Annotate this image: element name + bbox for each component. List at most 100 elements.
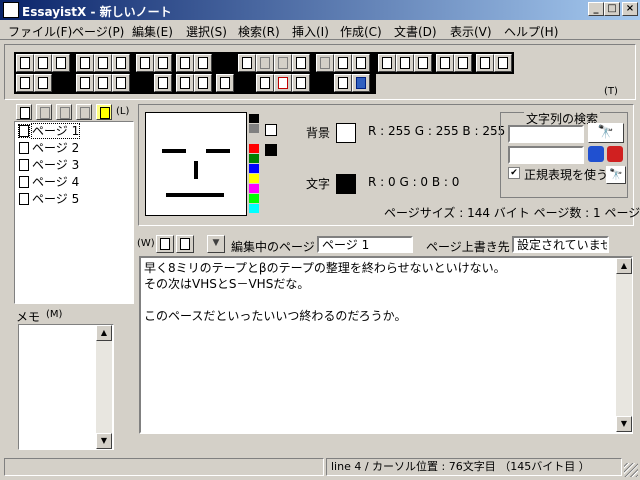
copy-page-icon[interactable] (136, 54, 154, 72)
document-blue-icon[interactable] (454, 54, 472, 72)
memo-scrollbar[interactable]: ▲ ▼ (96, 325, 112, 449)
copy-icon[interactable] (274, 54, 292, 72)
find-prev-icon[interactable] (607, 146, 623, 162)
undo-icon[interactable] (238, 54, 256, 72)
resize-grip-icon[interactable] (624, 463, 638, 477)
new-page-icon[interactable] (16, 104, 32, 120)
menu-insert[interactable]: 挿入(I) (292, 23, 329, 40)
menu-search[interactable]: 検索(R) (238, 23, 280, 40)
page-up-icon[interactable] (36, 104, 52, 120)
find-all-icon[interactable]: 🔭 (606, 166, 626, 184)
table-icon[interactable] (292, 74, 310, 92)
bg-color-label: 背景 (306, 126, 331, 140)
overwrite-target-field[interactable]: 設定されていません (512, 236, 609, 253)
document-icon[interactable] (378, 54, 396, 72)
title-bar[interactable]: EssayistX - 新しいノート _ □ × (0, 0, 640, 20)
close-button[interactable]: × (622, 2, 638, 16)
scroll-down-arrow-icon[interactable]: ▼ (616, 416, 632, 432)
search-input[interactable] (508, 125, 584, 143)
scroll-down-arrow-icon[interactable]: ▼ (96, 433, 112, 449)
page-note-icon[interactable] (96, 104, 112, 120)
preview-box (145, 112, 247, 216)
scroll-up-arrow-icon[interactable]: ▲ (616, 258, 632, 274)
page-list[interactable]: ページ 1 ページ 2 ページ 3 ページ 4 ページ 5 (14, 121, 134, 304)
save-copy-icon[interactable] (176, 235, 194, 253)
document-lines-icon[interactable] (396, 54, 414, 72)
sync-icon[interactable] (16, 74, 34, 92)
menu-view[interactable]: 表示(V) (450, 23, 492, 40)
document-icon[interactable] (414, 54, 432, 72)
book-icon[interactable] (34, 54, 52, 72)
dictionary-icon[interactable] (334, 74, 352, 92)
menu-file[interactable]: ファイル(F) (8, 23, 72, 40)
save-page-icon[interactable] (176, 74, 194, 92)
delete-icon[interactable] (316, 54, 334, 72)
menu-edit[interactable]: 編集(E) (132, 23, 173, 40)
pages-icon[interactable] (154, 54, 172, 72)
paste-special-icon[interactable] (334, 54, 352, 72)
palette-swatch[interactable] (249, 204, 259, 213)
menu-create[interactable]: 作成(C) (340, 23, 382, 40)
clock-icon[interactable] (34, 74, 52, 92)
palette-swatch[interactable] (249, 164, 259, 173)
list-item[interactable]: ページ 3 (19, 157, 79, 173)
scroll-up-arrow-icon[interactable]: ▲ (96, 325, 112, 341)
list-item[interactable]: ページ 1 (18, 123, 81, 139)
paste-icon[interactable] (292, 54, 310, 72)
blue-book-icon[interactable] (352, 74, 370, 92)
bg-color-button[interactable] (336, 123, 356, 143)
open-page-icon[interactable] (194, 74, 212, 92)
app-icon[interactable] (3, 2, 19, 18)
page-down-icon[interactable] (56, 104, 72, 120)
list-item[interactable]: ページ 5 (19, 191, 79, 207)
book-icon[interactable] (52, 54, 70, 72)
page-delete-icon[interactable] (76, 104, 92, 120)
list-icon[interactable] (112, 74, 130, 92)
palette-swatch[interactable] (249, 154, 259, 163)
next-arrow-icon[interactable] (94, 74, 112, 92)
fg-color-swatch-small[interactable] (265, 144, 277, 156)
fg-color-button[interactable] (336, 174, 356, 194)
replace-input[interactable] (508, 146, 584, 164)
palette-swatch[interactable] (249, 194, 259, 203)
menu-select[interactable]: 選択(S) (186, 23, 227, 40)
list-item[interactable]: ページ 2 (19, 140, 79, 156)
save-page-icon[interactable] (216, 74, 234, 92)
memo-hotkey-label: (M) (46, 309, 63, 320)
document-icon[interactable] (436, 54, 454, 72)
editor-scrollbar[interactable]: ▲ ▼ (616, 258, 632, 432)
save-page-icon[interactable] (156, 235, 174, 253)
folder-open-icon[interactable] (76, 54, 94, 72)
text-editor[interactable]: 早く8ミリのテープとβのテープの整理を終わらせないといけない。 その次はVHSと… (139, 256, 633, 434)
open-book-icon[interactable] (16, 54, 34, 72)
save-icon[interactable] (94, 54, 112, 72)
palette-swatch[interactable] (249, 144, 259, 153)
minimize-button[interactable]: _ (588, 2, 604, 16)
list-item[interactable]: ページ 4 (19, 174, 79, 190)
grid-icon[interactable] (154, 74, 172, 92)
document-icon[interactable] (476, 54, 494, 72)
menu-help[interactable]: ヘルプ(H) (504, 23, 558, 40)
editing-page-field[interactable]: ページ 1 (317, 236, 413, 253)
print-preview-icon[interactable] (176, 54, 194, 72)
print-icon[interactable] (194, 54, 212, 72)
find-next-icon[interactable] (588, 146, 604, 162)
page-icon[interactable] (352, 54, 370, 72)
dropdown-arrow-icon[interactable]: ▼ (207, 235, 225, 253)
menu-page[interactable]: ページ(P) (72, 23, 124, 40)
menu-document[interactable]: 文書(D) (394, 23, 437, 40)
cut-icon[interactable] (256, 54, 274, 72)
palette-swatch[interactable] (249, 184, 259, 193)
bg-color-swatch-small[interactable] (265, 124, 277, 136)
palette-swatch[interactable] (249, 124, 259, 133)
arrow-right-icon[interactable] (274, 74, 292, 92)
save-as-icon[interactable] (112, 54, 130, 72)
palette-swatch[interactable] (249, 174, 259, 183)
maximize-button[interactable]: □ (604, 2, 620, 16)
regex-checkbox[interactable]: ✔ (508, 167, 520, 179)
print-page-icon[interactable] (76, 74, 94, 92)
circle-icon[interactable] (256, 74, 274, 92)
document-blue-icon[interactable] (494, 54, 512, 72)
find-binoculars-icon[interactable]: 🔭 (588, 123, 624, 143)
palette-swatch[interactable] (249, 114, 259, 123)
